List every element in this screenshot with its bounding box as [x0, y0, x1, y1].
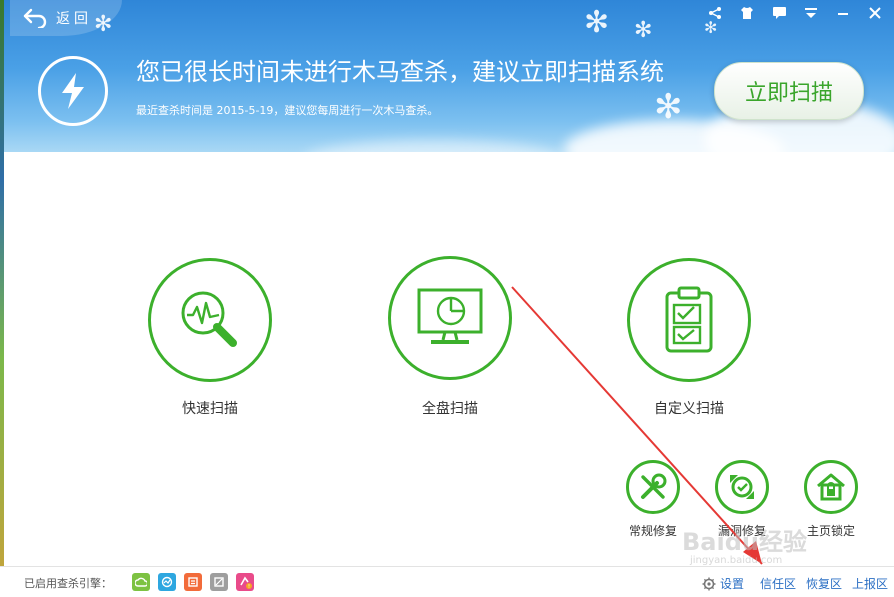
qvm-engine-icon[interactable] — [158, 573, 176, 591]
regular-repair-button[interactable] — [626, 460, 680, 514]
clipboard-check-icon — [665, 286, 713, 353]
homepage-lock-button[interactable] — [804, 460, 858, 514]
quick-scan-label: 快速扫描 — [182, 401, 238, 417]
monitor-icon — [417, 288, 483, 344]
last-scan-info: 最近查杀时间是 2015-5-19，建议您每周进行一次木马查杀。 — [136, 104, 439, 117]
skin-icon[interactable] — [736, 4, 758, 22]
scan-now-button[interactable]: 立即扫描 — [714, 62, 864, 120]
lightning-icon — [38, 56, 108, 126]
engines-label: 已启用查杀引擎： — [24, 577, 112, 590]
back-arrow-icon — [23, 8, 47, 28]
message-icon[interactable] — [768, 4, 790, 22]
close-icon[interactable] — [864, 4, 886, 22]
back-label: 返回 — [56, 11, 92, 27]
window-controls — [704, 4, 886, 22]
custom-scan-button[interactable] — [627, 258, 751, 382]
settings-link[interactable]: 设置 — [720, 575, 744, 592]
restore-zone-link[interactable]: 恢复区 — [806, 575, 842, 592]
svg-text:!: ! — [248, 584, 250, 589]
gear-icon[interactable] — [702, 577, 716, 591]
cloud-engine-icon[interactable] — [132, 573, 150, 591]
watermark: Baidu经验 — [682, 528, 807, 556]
vulnerability-repair-button[interactable] — [715, 460, 769, 514]
wrench-screwdriver-icon — [641, 473, 667, 499]
custom-scan-label: 自定义扫描 — [654, 401, 724, 417]
minimize-icon[interactable] — [832, 4, 854, 22]
menu-icon[interactable] — [800, 4, 822, 22]
header-banner: ✻ ✻ ✻ ✻ ✻ 返回 您已很长时间未进行木马查杀，建议立即扫描系统 最近查杀… — [4, 0, 894, 152]
watermark-url: jingyan.baidu.com — [690, 555, 783, 566]
headline: 您已很长时间未进行木马查杀，建议立即扫描系统 — [136, 58, 664, 86]
full-scan-button[interactable] — [388, 256, 512, 380]
full-scan-label: 全盘扫描 — [422, 401, 478, 417]
avira-engine-icon[interactable]: ! — [236, 573, 254, 591]
share-icon[interactable] — [704, 4, 726, 22]
magnifier-pulse-icon — [181, 291, 237, 347]
trust-zone-link[interactable]: 信任区 — [760, 575, 796, 592]
shield-refresh-icon — [730, 475, 754, 499]
report-zone-link[interactable]: 上报区 — [852, 575, 888, 592]
system-repair-engine-icon[interactable] — [184, 573, 202, 591]
quick-scan-button[interactable] — [148, 258, 272, 382]
qex-engine-icon[interactable] — [210, 573, 228, 591]
house-lock-icon — [817, 473, 845, 501]
footer-bar: 已启用查杀引擎： ! 设置 信任区 恢复区 上报区 — [0, 566, 894, 597]
regular-repair-label: 常规修复 — [628, 524, 677, 538]
